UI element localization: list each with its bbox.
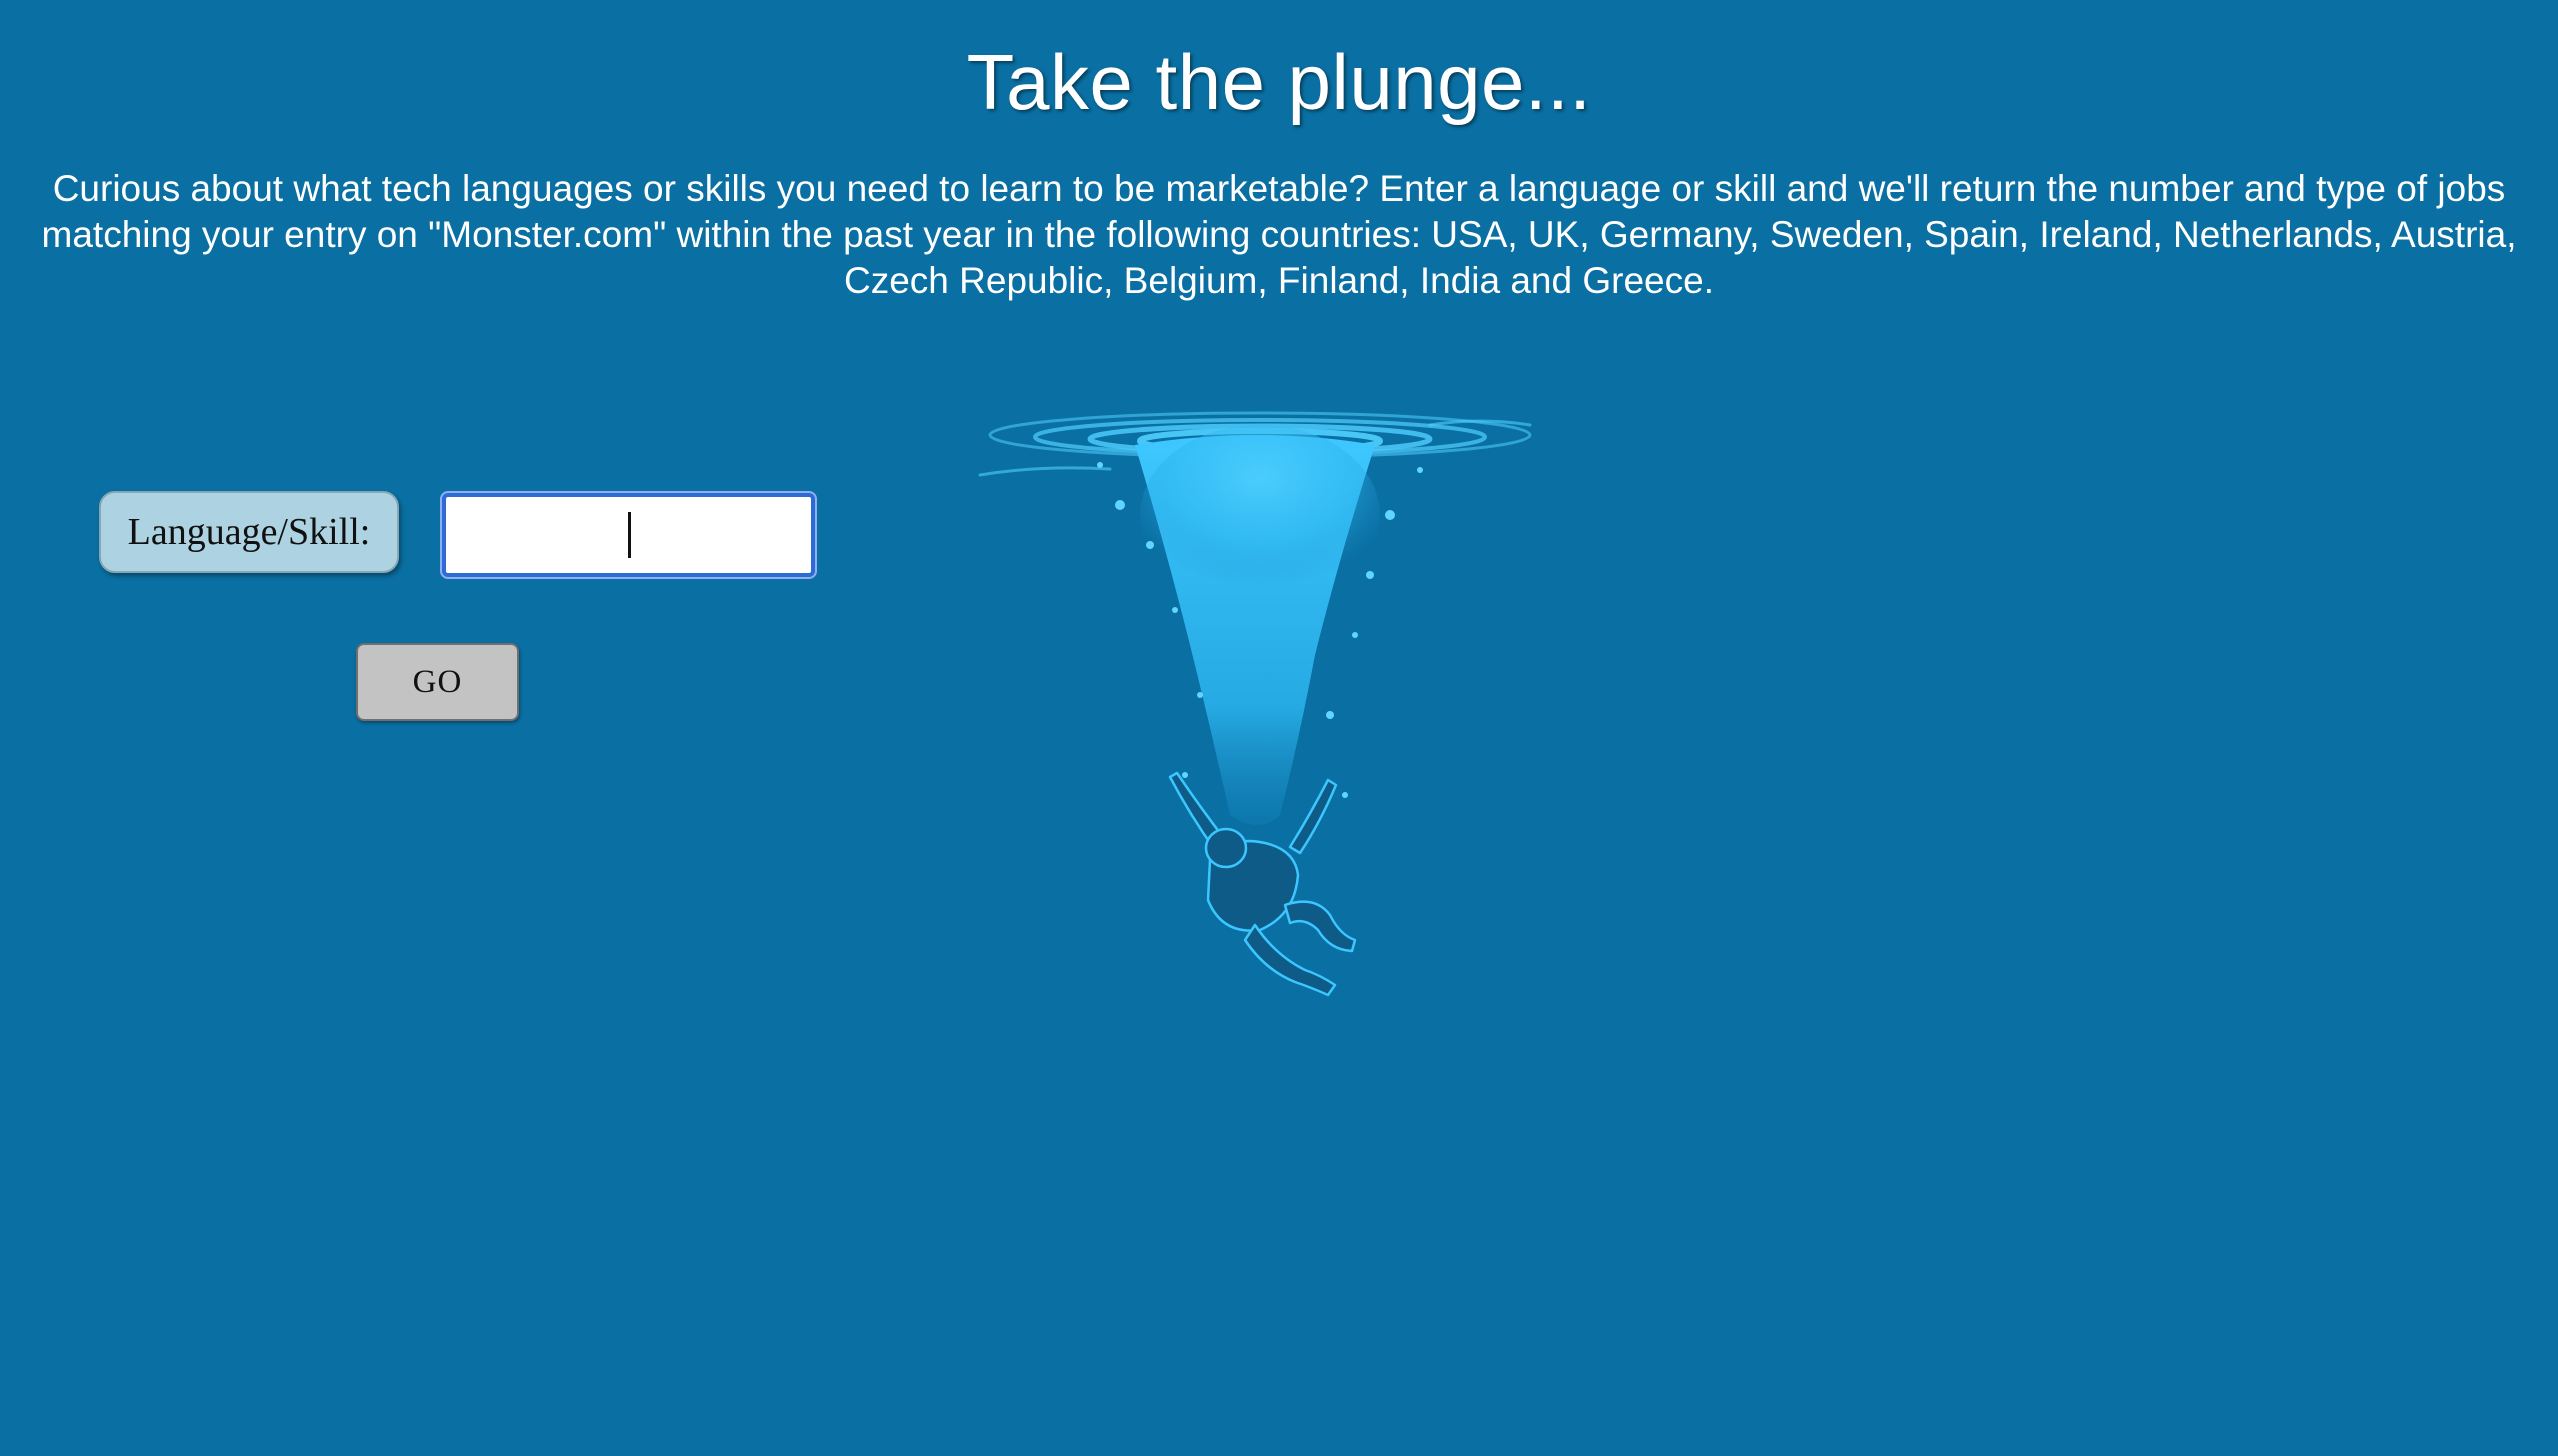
text-caret (628, 512, 631, 558)
diver-plunge-icon (978, 411, 1532, 997)
page-title: Take the plunge... (966, 38, 1592, 126)
intro-description: Curious about what tech languages or ski… (41, 168, 2517, 301)
go-button[interactable]: GO (356, 643, 519, 721)
language-skill-label: Language/Skill: (99, 491, 399, 573)
